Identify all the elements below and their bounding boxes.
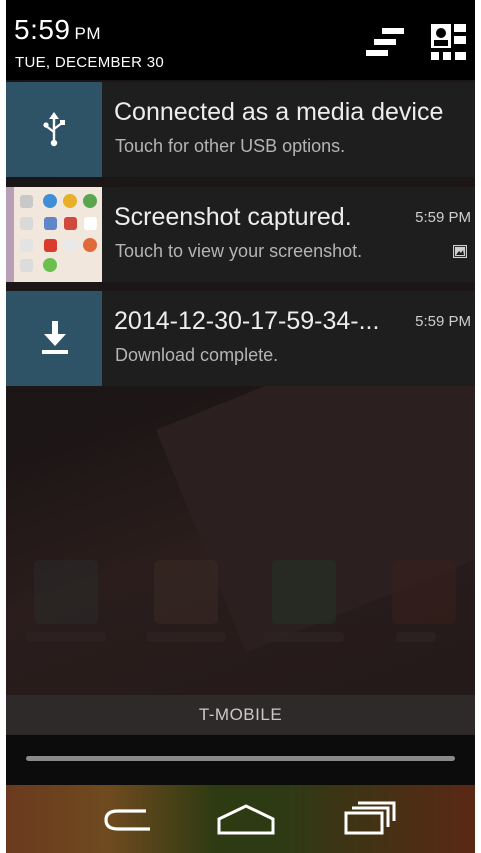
image-icon (453, 245, 467, 258)
header-date: TUE, DECEMBER 30 (15, 54, 164, 71)
dock-app-label (396, 632, 436, 642)
download-icon (42, 321, 68, 354)
screenshot-thumbnail (6, 187, 102, 282)
usb-icon (43, 112, 65, 147)
drag-handle-line (26, 756, 455, 761)
quick-settings-icon[interactable] (430, 22, 468, 62)
clock-time: 5:59 (14, 14, 71, 45)
notification-icon-box (6, 291, 102, 386)
notification-title: 2014-12-30-17-59-34-... (114, 307, 380, 335)
dock-app-icon (154, 560, 218, 624)
phone-screen: 5:59 PM TUE, DECEMBER 30 Connected as a … (6, 0, 475, 853)
home-button[interactable] (213, 799, 279, 839)
carrier-label: T-MOBILE (198, 705, 283, 724)
dock-app-label (146, 632, 226, 642)
notification-screenshot[interactable]: Screenshot captured. Touch to view your … (6, 187, 475, 282)
dock-app-icon (392, 560, 456, 624)
dock-app-label (264, 632, 344, 642)
notification-text: Touch for other USB options. (115, 136, 346, 156)
dock-app-label (26, 632, 106, 642)
shade-drag-handle[interactable] (6, 735, 475, 785)
navigation-bar (6, 785, 475, 853)
notification-title: Connected as a media device (114, 98, 444, 126)
clock-ampm: PM (74, 24, 101, 43)
dock-app-icon (272, 560, 336, 624)
notification-shade-header: 5:59 PM TUE, DECEMBER 30 (6, 0, 475, 80)
notification-text: Download complete. (115, 345, 279, 365)
notification-text: Touch to view your screenshot. (115, 241, 363, 261)
notification-title: Screenshot captured. (114, 203, 352, 231)
back-icon (104, 801, 181, 831)
recent-apps-icon (344, 801, 396, 835)
back-button[interactable] (98, 799, 181, 839)
notification-icon-box (6, 82, 102, 177)
header-clock: 5:59 PM (14, 14, 101, 46)
notification-time: 5:59 PM (415, 313, 471, 330)
carrier-bar: T-MOBILE (6, 695, 475, 735)
recent-apps-button[interactable] (336, 799, 402, 839)
notification-download[interactable]: 2014-12-30-17-59-34-... Download complet… (6, 291, 475, 386)
home-icon (217, 804, 275, 835)
clear-all-icon[interactable] (362, 26, 406, 62)
notification-time: 5:59 PM (415, 209, 471, 226)
notification-usb[interactable]: Connected as a media device Touch for ot… (6, 82, 475, 177)
dock-app-icon (34, 560, 98, 624)
